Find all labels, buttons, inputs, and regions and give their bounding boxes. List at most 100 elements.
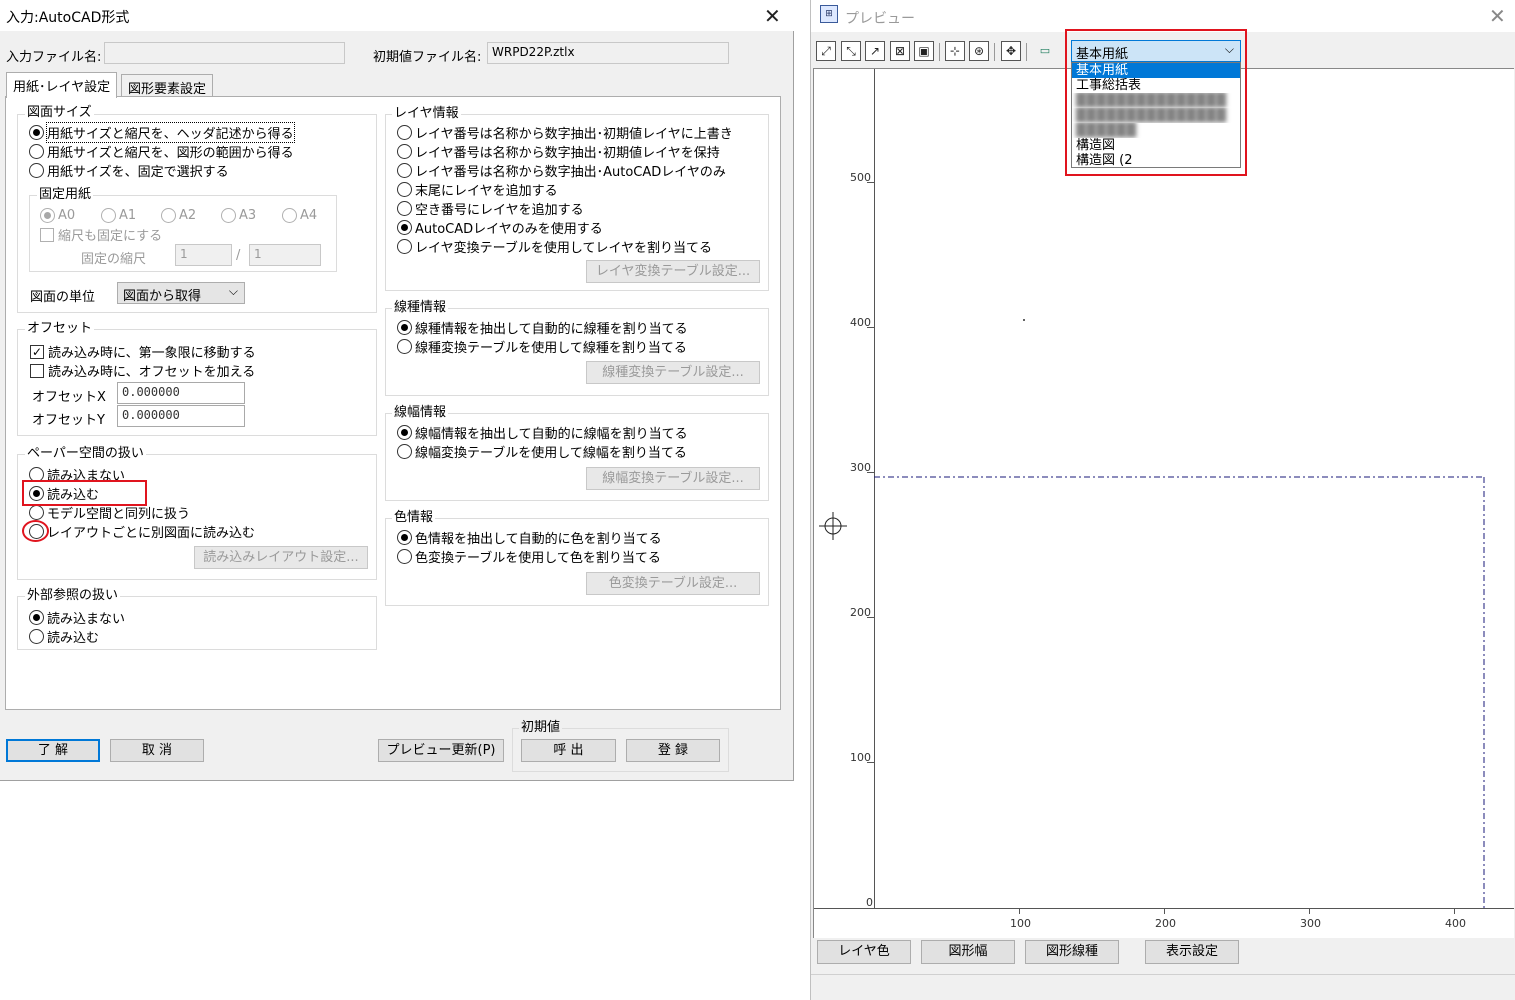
- radio-icon[interactable]: [282, 208, 297, 223]
- ok-button[interactable]: 了 解: [6, 739, 100, 762]
- input-file-field[interactable]: [104, 42, 345, 64]
- dropdown-item-redacted[interactable]: ██████: [1072, 123, 1240, 138]
- color-option[interactable]: 色情報を抽出して自動的に色を割り当てる: [397, 528, 662, 547]
- layer-color-button[interactable]: レイヤ色: [817, 940, 911, 964]
- linewidth-option[interactable]: 線幅変換テーブルを使用して線幅を割り当てる: [397, 442, 688, 461]
- unit-select[interactable]: 図面から取得 ⌵: [117, 282, 245, 304]
- radio-icon[interactable]: [221, 208, 236, 223]
- color-option[interactable]: 色変換テーブルを使用して色を割り当てる: [397, 547, 662, 566]
- paper-a0[interactable]: A0: [40, 206, 75, 225]
- radio-icon[interactable]: [29, 163, 44, 178]
- radio-icon[interactable]: [397, 201, 412, 216]
- zoom-out-icon[interactable]: ⤡: [841, 41, 861, 61]
- layout-settings-button[interactable]: 読み込みレイアウト設定...: [194, 546, 368, 569]
- paper-a4[interactable]: A4: [282, 206, 317, 225]
- radio-icon[interactable]: [397, 239, 412, 254]
- dropdown-item[interactable]: 構造図: [1072, 138, 1240, 153]
- zoom-center-icon[interactable]: ⊛: [969, 41, 989, 61]
- radio-icon[interactable]: [29, 524, 44, 539]
- paper-size-option[interactable]: 用紙サイズと縮尺を、図形の範囲から得る: [29, 142, 294, 161]
- radio-icon[interactable]: [397, 163, 412, 178]
- paper-space-option[interactable]: モデル空間と同列に扱う: [29, 503, 255, 522]
- layer-option[interactable]: レイヤ番号は名称から数字抽出･AutoCADレイヤのみ: [397, 161, 733, 180]
- linetype-option[interactable]: 線種変換テーブルを使用して線種を割り当てる: [397, 337, 688, 356]
- paper-space-option[interactable]: レイアウトごとに別図面に読み込む: [29, 522, 255, 541]
- tab-paper-layer[interactable]: 用紙･レイヤ設定: [6, 72, 118, 98]
- radio-icon[interactable]: [29, 610, 44, 625]
- paper-a2[interactable]: A2: [161, 206, 196, 225]
- linewidth-option[interactable]: 線幅情報を抽出して自動的に線幅を割り当てる: [397, 423, 688, 442]
- layer-option[interactable]: AutoCADレイヤのみを使用する: [397, 218, 733, 237]
- radio-icon[interactable]: [397, 444, 412, 459]
- radio-icon[interactable]: [29, 629, 44, 644]
- linetype-option[interactable]: 線種情報を抽出して自動的に線種を割り当てる: [397, 318, 688, 337]
- paper-size-option[interactable]: 用紙サイズと縮尺を、ヘッダ記述から得る: [29, 122, 295, 143]
- dropdown-item[interactable]: 工事総括表: [1072, 78, 1240, 93]
- check-icon[interactable]: ✓: [30, 344, 44, 359]
- scale-denominator-field[interactable]: 1: [249, 244, 321, 266]
- zoom-in-icon[interactable]: ⤢: [816, 41, 836, 61]
- shape-width-button[interactable]: 図形幅: [921, 940, 1015, 964]
- radio-icon[interactable]: [397, 220, 412, 235]
- init-file-field[interactable]: WRPD22P.ztlx: [487, 42, 729, 64]
- paper-a3[interactable]: A3: [221, 206, 256, 225]
- linetype-table-button[interactable]: 線種変換テーブル設定...: [586, 361, 760, 384]
- radio-icon[interactable]: [397, 530, 412, 545]
- radio-icon[interactable]: [101, 208, 116, 223]
- paper-space-option[interactable]: 読み込まない: [29, 465, 255, 484]
- radio-icon[interactable]: [397, 549, 412, 564]
- zoom-extents-icon[interactable]: ⊹: [945, 41, 965, 61]
- offset-x-field[interactable]: 0.000000: [117, 382, 245, 404]
- ruler-icon[interactable]: ▭: [1034, 44, 1056, 58]
- radio-icon[interactable]: [397, 144, 412, 159]
- linewidth-table-button[interactable]: 線幅変換テーブル設定...: [586, 467, 760, 490]
- fix-scale-checkbox[interactable]: 縮尺も固定にする: [40, 225, 162, 244]
- dropdown-item[interactable]: 基本用紙: [1072, 63, 1240, 78]
- checkbox-icon[interactable]: [40, 227, 54, 242]
- preview-update-button[interactable]: プレビュー更新(P): [378, 739, 504, 762]
- register-button[interactable]: 登 録: [626, 739, 720, 762]
- move-first-quadrant-checkbox[interactable]: ✓ 読み込み時に、第一象限に移動する: [30, 342, 256, 361]
- add-offset-checkbox[interactable]: 読み込み時に、オフセットを加える: [30, 361, 255, 380]
- radio-icon[interactable]: [29, 505, 44, 520]
- scale-numerator-field[interactable]: 1: [175, 244, 232, 266]
- sheet-select[interactable]: 基本用紙 ⌵: [1071, 40, 1241, 62]
- pan-icon[interactable]: ✥: [1001, 41, 1021, 61]
- close-icon[interactable]: ✕: [1489, 6, 1506, 26]
- radio-icon[interactable]: [161, 208, 176, 223]
- dropdown-item[interactable]: 構造図 (2: [1072, 153, 1240, 168]
- radio-icon[interactable]: [397, 425, 412, 440]
- layer-option[interactable]: レイヤ番号は名称から数字抽出･初期値レイヤを保持: [397, 142, 733, 161]
- zoom-all-icon[interactable]: ⊠: [890, 41, 910, 61]
- preview-canvas[interactable]: 500 400 300 200 100 0 100 200 300 400: [813, 68, 1514, 938]
- offset-y-field[interactable]: 0.000000: [117, 405, 245, 427]
- zoom-prev-icon[interactable]: ↗: [865, 41, 885, 61]
- paper-size-option[interactable]: 用紙サイズを、固定で選択する: [29, 161, 294, 180]
- radio-icon[interactable]: [397, 339, 412, 354]
- radio-icon[interactable]: [29, 125, 44, 140]
- layer-option[interactable]: 空き番号にレイヤを追加する: [397, 199, 733, 218]
- radio-icon[interactable]: [29, 467, 44, 482]
- xref-option[interactable]: 読み込む: [29, 627, 125, 646]
- tab-element-settings[interactable]: 図形要素設定: [121, 74, 214, 98]
- recall-button[interactable]: 呼 出: [521, 739, 616, 762]
- xref-option[interactable]: 読み込まない: [29, 608, 125, 627]
- dropdown-item-redacted[interactable]: ███████████████: [1072, 108, 1240, 123]
- paper-space-option[interactable]: 読み込む: [29, 484, 255, 503]
- dropdown-item-redacted[interactable]: ███████████████: [1072, 93, 1240, 108]
- layer-table-button[interactable]: レイヤ変換テーブル設定...: [586, 260, 760, 283]
- layer-option[interactable]: レイヤ番号は名称から数字抽出･初期値レイヤに上書き: [397, 123, 733, 142]
- color-table-button[interactable]: 色変換テーブル設定...: [586, 572, 760, 595]
- display-settings-button[interactable]: 表示設定: [1145, 940, 1239, 964]
- checkbox-icon[interactable]: [30, 363, 44, 378]
- radio-icon[interactable]: [29, 486, 44, 501]
- zoom-window-icon[interactable]: ▣: [914, 41, 934, 61]
- radio-icon[interactable]: [29, 144, 44, 159]
- radio-icon[interactable]: [397, 125, 412, 140]
- close-icon[interactable]: ✕: [764, 6, 781, 26]
- radio-icon[interactable]: [397, 320, 412, 335]
- shape-linetype-button[interactable]: 図形線種: [1025, 940, 1119, 964]
- layer-option[interactable]: レイヤ変換テーブルを使用してレイヤを割り当てる: [397, 237, 733, 256]
- layer-option[interactable]: 末尾にレイヤを追加する: [397, 180, 733, 199]
- paper-a1[interactable]: A1: [101, 206, 136, 225]
